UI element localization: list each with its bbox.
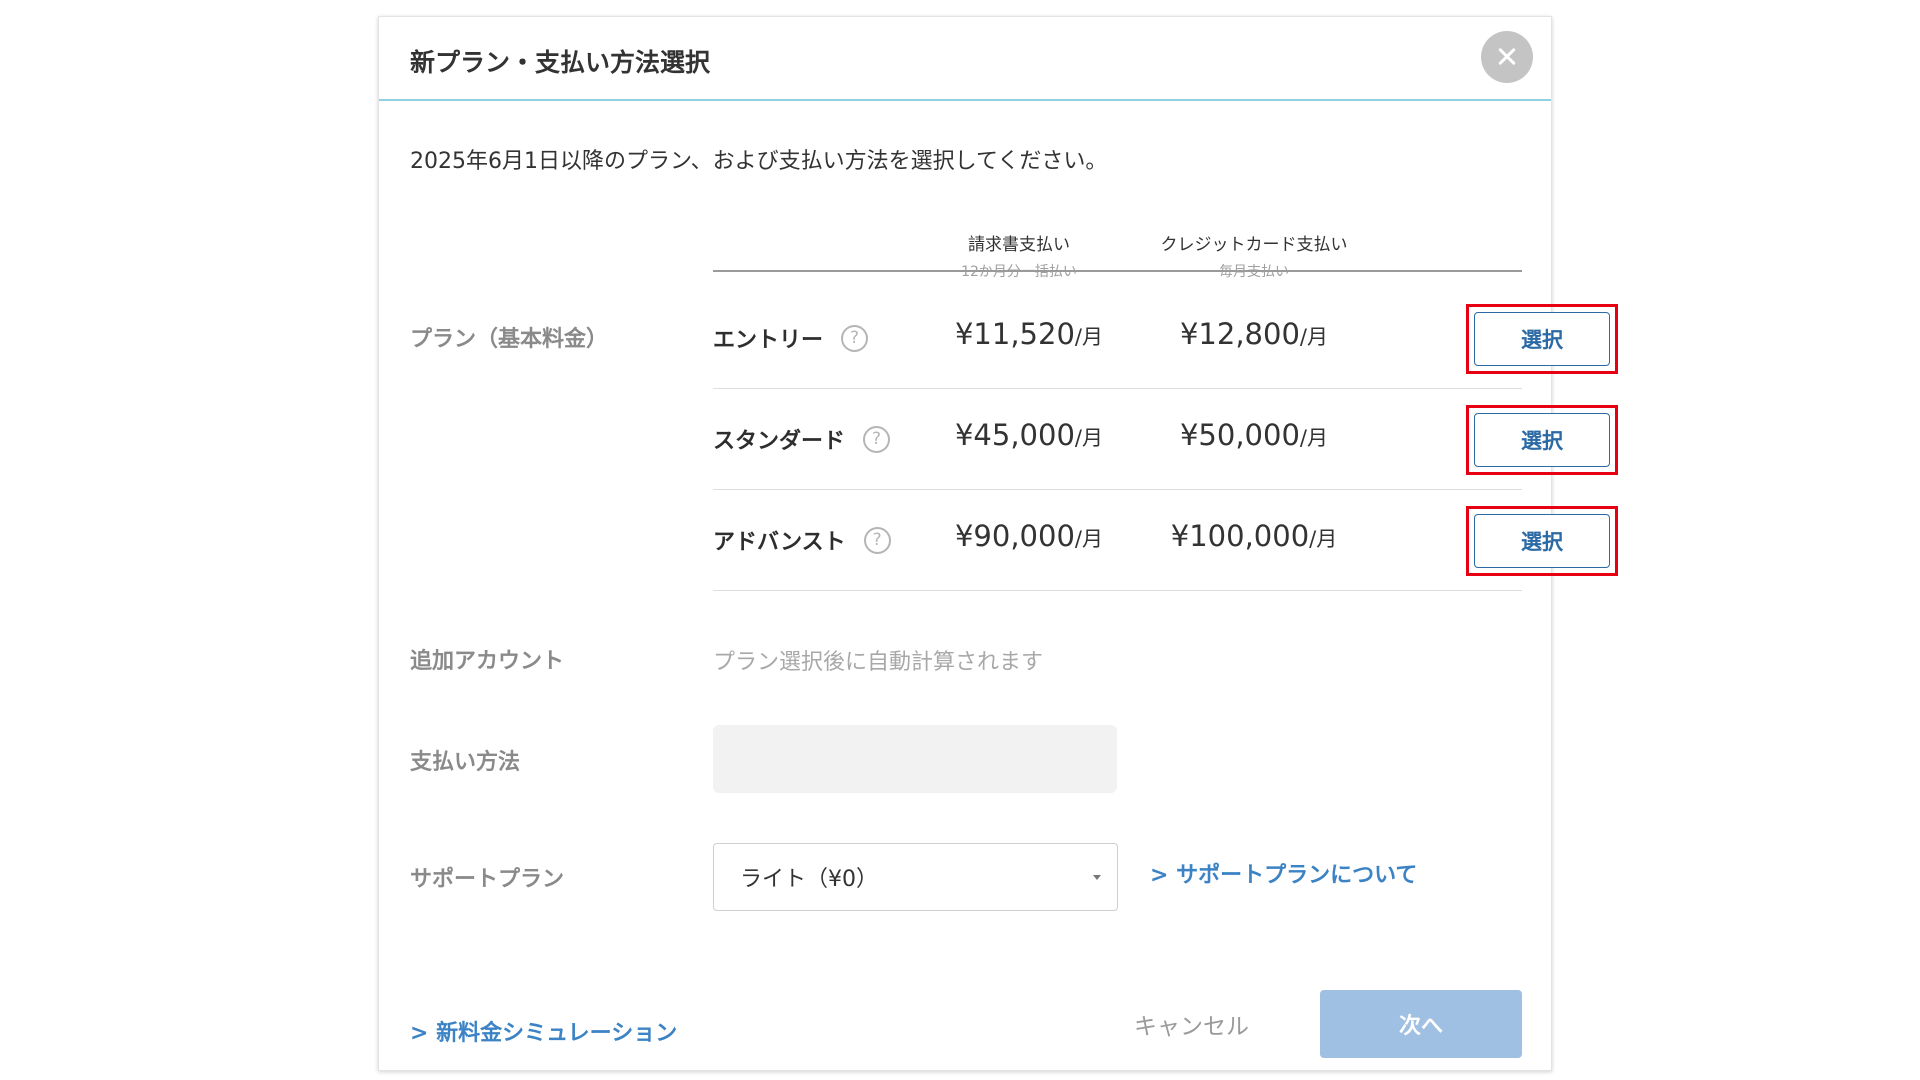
- price-unit: /月: [1299, 426, 1328, 450]
- support-plan-selected: ライト（¥0）: [740, 867, 878, 892]
- column-header-credit-label: クレジットカード支払い: [1160, 235, 1348, 255]
- plan-name-standard-label: スタンダード: [713, 429, 846, 454]
- entry-invoice-price: ¥11,520/月: [939, 317, 1119, 351]
- price-unit: /月: [1299, 325, 1328, 349]
- support-plan-label: サポートプラン: [410, 867, 565, 892]
- plan-name-advanced-label: アドバンスト: [713, 530, 846, 555]
- advanced-invoice-amount: ¥90,000: [954, 519, 1075, 553]
- entry-credit-amount: ¥12,800: [1179, 317, 1300, 351]
- advanced-credit-price: ¥100,000/月: [1149, 519, 1359, 553]
- table-top-rule: [713, 270, 1522, 272]
- plan-name-standard: スタンダード ?: [713, 423, 891, 455]
- column-header-invoice-label: 請求書支払い: [968, 235, 1070, 255]
- plan-name-entry: エントリー ?: [713, 322, 869, 354]
- payment-method-field[interactable]: [713, 725, 1117, 793]
- column-header-invoice: 請求書支払い 12か月分一括払い: [919, 230, 1119, 281]
- price-unit: /月: [1074, 325, 1103, 349]
- payment-method-label: 支払い方法: [410, 750, 521, 775]
- modal-header: 新プラン・支払い方法選択: [379, 17, 1551, 101]
- chevron-down-icon: [1093, 875, 1101, 880]
- select-standard-button[interactable]: 選択: [1474, 413, 1610, 467]
- advanced-credit-amount: ¥100,000: [1170, 519, 1310, 553]
- column-header-credit: クレジットカード支払い 毎月支払い: [1134, 230, 1374, 281]
- price-unit: /月: [1309, 527, 1338, 551]
- intro-text: 2025年6月1日以降のプラン、および支払い方法を選択してください。: [410, 149, 1108, 174]
- modal-title: 新プラン・支払い方法選択: [410, 48, 711, 77]
- row-divider: [713, 489, 1522, 490]
- support-plan-select[interactable]: ライト（¥0）: [713, 843, 1118, 911]
- select-highlight-standard: 選択: [1466, 405, 1618, 475]
- standard-invoice-price: ¥45,000/月: [939, 418, 1119, 452]
- row-divider: [713, 590, 1522, 591]
- plan-name-advanced: アドバンスト ?: [713, 524, 891, 556]
- select-highlight-entry: 選択: [1466, 304, 1618, 374]
- additional-account-text: プラン選択後に自動計算されます: [713, 650, 1044, 675]
- select-highlight-advanced: 選択: [1466, 506, 1618, 576]
- close-icon[interactable]: [1481, 31, 1533, 83]
- entry-credit-price: ¥12,800/月: [1159, 317, 1349, 351]
- plan-name-entry-label: エントリー: [713, 328, 824, 353]
- help-icon[interactable]: ?: [863, 526, 891, 554]
- help-icon[interactable]: ?: [863, 425, 891, 453]
- row-divider: [713, 388, 1522, 389]
- select-advanced-button[interactable]: 選択: [1474, 514, 1610, 568]
- advanced-invoice-price: ¥90,000/月: [939, 519, 1119, 553]
- support-plan-link[interactable]: > サポートプランについて: [1150, 857, 1417, 889]
- plan-selection-modal: 新プラン・支払い方法選択 2025年6月1日以降のプラン、および支払い方法を選択…: [378, 16, 1618, 1071]
- simulation-link[interactable]: > 新料金シミュレーション: [410, 1015, 677, 1047]
- help-icon[interactable]: ?: [841, 324, 869, 352]
- entry-invoice-amount: ¥11,520: [954, 317, 1075, 351]
- standard-invoice-amount: ¥45,000: [954, 418, 1075, 452]
- select-entry-button[interactable]: 選択: [1474, 312, 1610, 366]
- plan-label: プラン（基本料金）: [410, 327, 609, 352]
- standard-credit-amount: ¥50,000: [1179, 418, 1300, 452]
- cancel-button[interactable]: キャンセル: [1134, 1007, 1249, 1041]
- next-button[interactable]: 次へ: [1320, 990, 1522, 1058]
- standard-credit-price: ¥50,000/月: [1159, 418, 1349, 452]
- price-unit: /月: [1074, 527, 1103, 551]
- price-unit: /月: [1074, 426, 1103, 450]
- additional-account-label: 追加アカウント: [410, 649, 565, 674]
